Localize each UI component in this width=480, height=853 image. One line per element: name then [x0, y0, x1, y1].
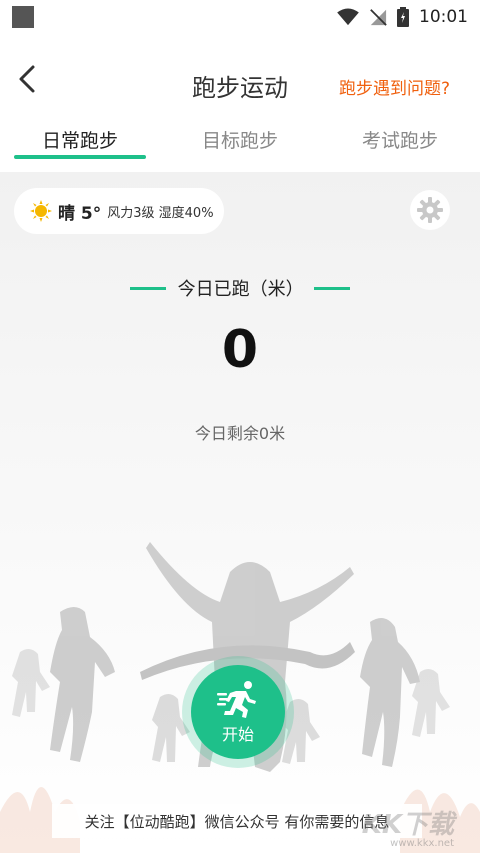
settings-button[interactable]	[410, 190, 450, 230]
divider-line-right	[314, 286, 351, 290]
sun-icon	[30, 200, 52, 222]
signal-icon	[370, 9, 387, 26]
main-panel: 晴 5° 风力3级 湿度40% 今日已跑（米） 0 今日剩余0米 开始 关注【位…	[0, 172, 480, 853]
status-time: 10:01	[419, 7, 468, 27]
gear-icon	[417, 197, 443, 223]
tab-exam-run[interactable]: 考试跑步	[320, 120, 480, 164]
status-bar: 10:01	[0, 0, 480, 34]
wifi-icon	[337, 8, 359, 26]
start-button-label: 开始	[221, 725, 254, 744]
start-run-button[interactable]: 开始	[182, 656, 294, 768]
distance-value: 0	[221, 320, 259, 380]
watermark-url: www.kkx.net	[390, 838, 454, 849]
battery-icon	[397, 7, 409, 27]
weather-detail: 风力3级 湿度40%	[107, 205, 214, 221]
status-icons: 10:01	[337, 7, 468, 27]
header: 跑步运动 跑步遇到问题?	[0, 54, 480, 114]
weather-condition: 晴 5°	[58, 203, 102, 224]
divider-line-left	[130, 286, 166, 290]
remaining-distance: 今日剩余0米	[194, 424, 286, 443]
start-button-inner[interactable]: 开始	[191, 665, 285, 759]
help-link[interactable]: 跑步遇到问题?	[339, 74, 450, 99]
watermark-logo: KK下载	[361, 810, 454, 840]
tab-indicator	[14, 155, 146, 159]
notification-icon	[12, 6, 34, 28]
tab-target-run[interactable]: 目标跑步	[160, 120, 320, 164]
weather-info: 晴 5° 风力3级 湿度40%	[14, 188, 224, 234]
today-run-header: 今日已跑（米）	[130, 276, 351, 300]
running-person-icon	[217, 681, 256, 718]
today-run-label: 今日已跑（米）	[177, 279, 304, 300]
